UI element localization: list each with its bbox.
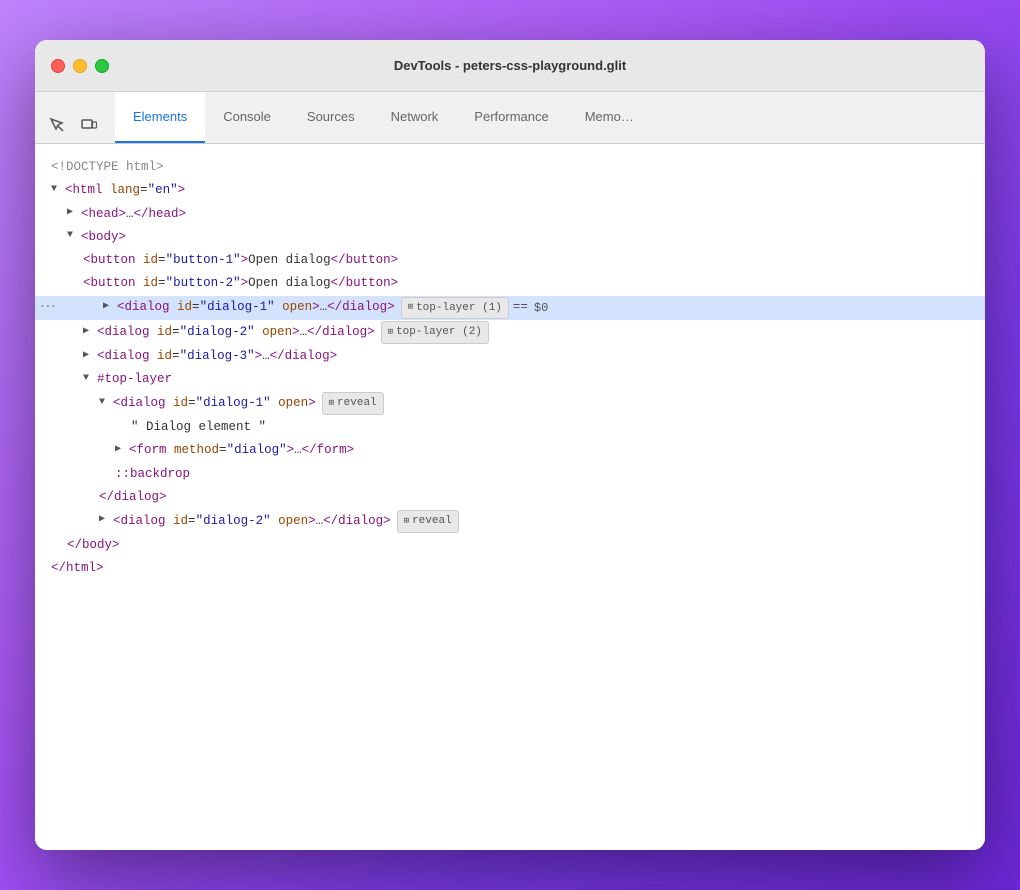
tab-network[interactable]: Network — [373, 92, 457, 143]
dom-dots[interactable]: ··· — [39, 299, 56, 318]
minimize-button[interactable] — [73, 59, 87, 73]
window-title: DevTools - peters-css-playground.glit — [394, 58, 626, 73]
devtools-window: DevTools - peters-css-playground.glit El… — [35, 40, 985, 850]
tab-performance[interactable]: Performance — [456, 92, 566, 143]
dom-body-close: </body> — [35, 534, 985, 557]
top-layer-badge-2[interactable]: ⊞ top-layer (2) — [381, 321, 489, 344]
titlebar: DevTools - peters-css-playground.glit — [35, 40, 985, 92]
dom-dialog2-reveal[interactable]: <dialog id = "dialog-2" open > … </dialo… — [35, 509, 985, 534]
dialog2-reveal-triangle[interactable] — [99, 515, 111, 527]
traffic-lights — [51, 59, 109, 73]
dom-top-layer[interactable]: #top-layer — [35, 368, 985, 391]
dollar-zero: $0 — [534, 298, 548, 318]
html-triangle[interactable] — [51, 185, 63, 197]
close-button[interactable] — [51, 59, 65, 73]
dialog3-triangle[interactable] — [83, 351, 95, 363]
dom-head[interactable]: <head> … </head> — [35, 203, 985, 226]
dom-dialog3[interactable]: <dialog id = "dialog-3" > … </dialog> — [35, 345, 985, 368]
dialog1-triangle[interactable] — [103, 302, 115, 314]
dom-dialog-text: " Dialog element " — [35, 416, 985, 439]
dom-button2[interactable]: <button id = "button-2" > Open dialog </… — [35, 272, 985, 295]
dom-form[interactable]: <form method = "dialog" > … </form> — [35, 439, 985, 462]
dom-doctype: <!DOCTYPE html> — [35, 156, 985, 179]
tab-console[interactable]: Console — [205, 92, 289, 143]
dom-html-close: </html> — [35, 557, 985, 580]
dom-body-open[interactable]: <body> — [35, 226, 985, 249]
dom-button1[interactable]: <button id = "button-1" > Open dialog </… — [35, 249, 985, 272]
tabs-bar: Elements Console Sources Network Perform… — [35, 92, 985, 144]
toolbar-icons — [43, 111, 103, 143]
dom-dialog1-close: </dialog> — [35, 486, 985, 509]
top-layer-triangle[interactable] — [83, 374, 95, 386]
inspector-button[interactable] — [43, 111, 71, 139]
tab-sources[interactable]: Sources — [289, 92, 373, 143]
form-triangle[interactable] — [115, 445, 127, 457]
dialog2-triangle[interactable] — [83, 327, 95, 339]
top-layer-badge-1[interactable]: ⊞ top-layer (1) — [401, 297, 509, 320]
reveal-badge-1[interactable]: ⊞ reveal — [322, 392, 384, 415]
device-toolbar-button[interactable] — [75, 111, 103, 139]
tab-memory[interactable]: Memo… — [567, 92, 652, 143]
head-triangle[interactable] — [67, 208, 79, 220]
dialog1-exp-triangle[interactable] — [99, 398, 111, 410]
tab-elements[interactable]: Elements — [115, 92, 205, 143]
dom-dialog1[interactable]: ··· <dialog id = "dialog-1" open > … </d… — [35, 296, 985, 321]
dom-html-open[interactable]: <html lang = "en" > — [35, 179, 985, 202]
body-triangle[interactable] — [67, 231, 79, 243]
dom-dialog1-expanded[interactable]: <dialog id = "dialog-1" open > ⊞ reveal — [35, 391, 985, 416]
maximize-button[interactable] — [95, 59, 109, 73]
reveal-badge-2[interactable]: ⊞ reveal — [397, 510, 459, 533]
dom-backdrop: ::backdrop — [35, 463, 985, 486]
elements-panel: <!DOCTYPE html> <html lang = "en" > <hea… — [35, 144, 985, 850]
dom-dialog2[interactable]: <dialog id = "dialog-2" open > … </dialo… — [35, 320, 985, 345]
